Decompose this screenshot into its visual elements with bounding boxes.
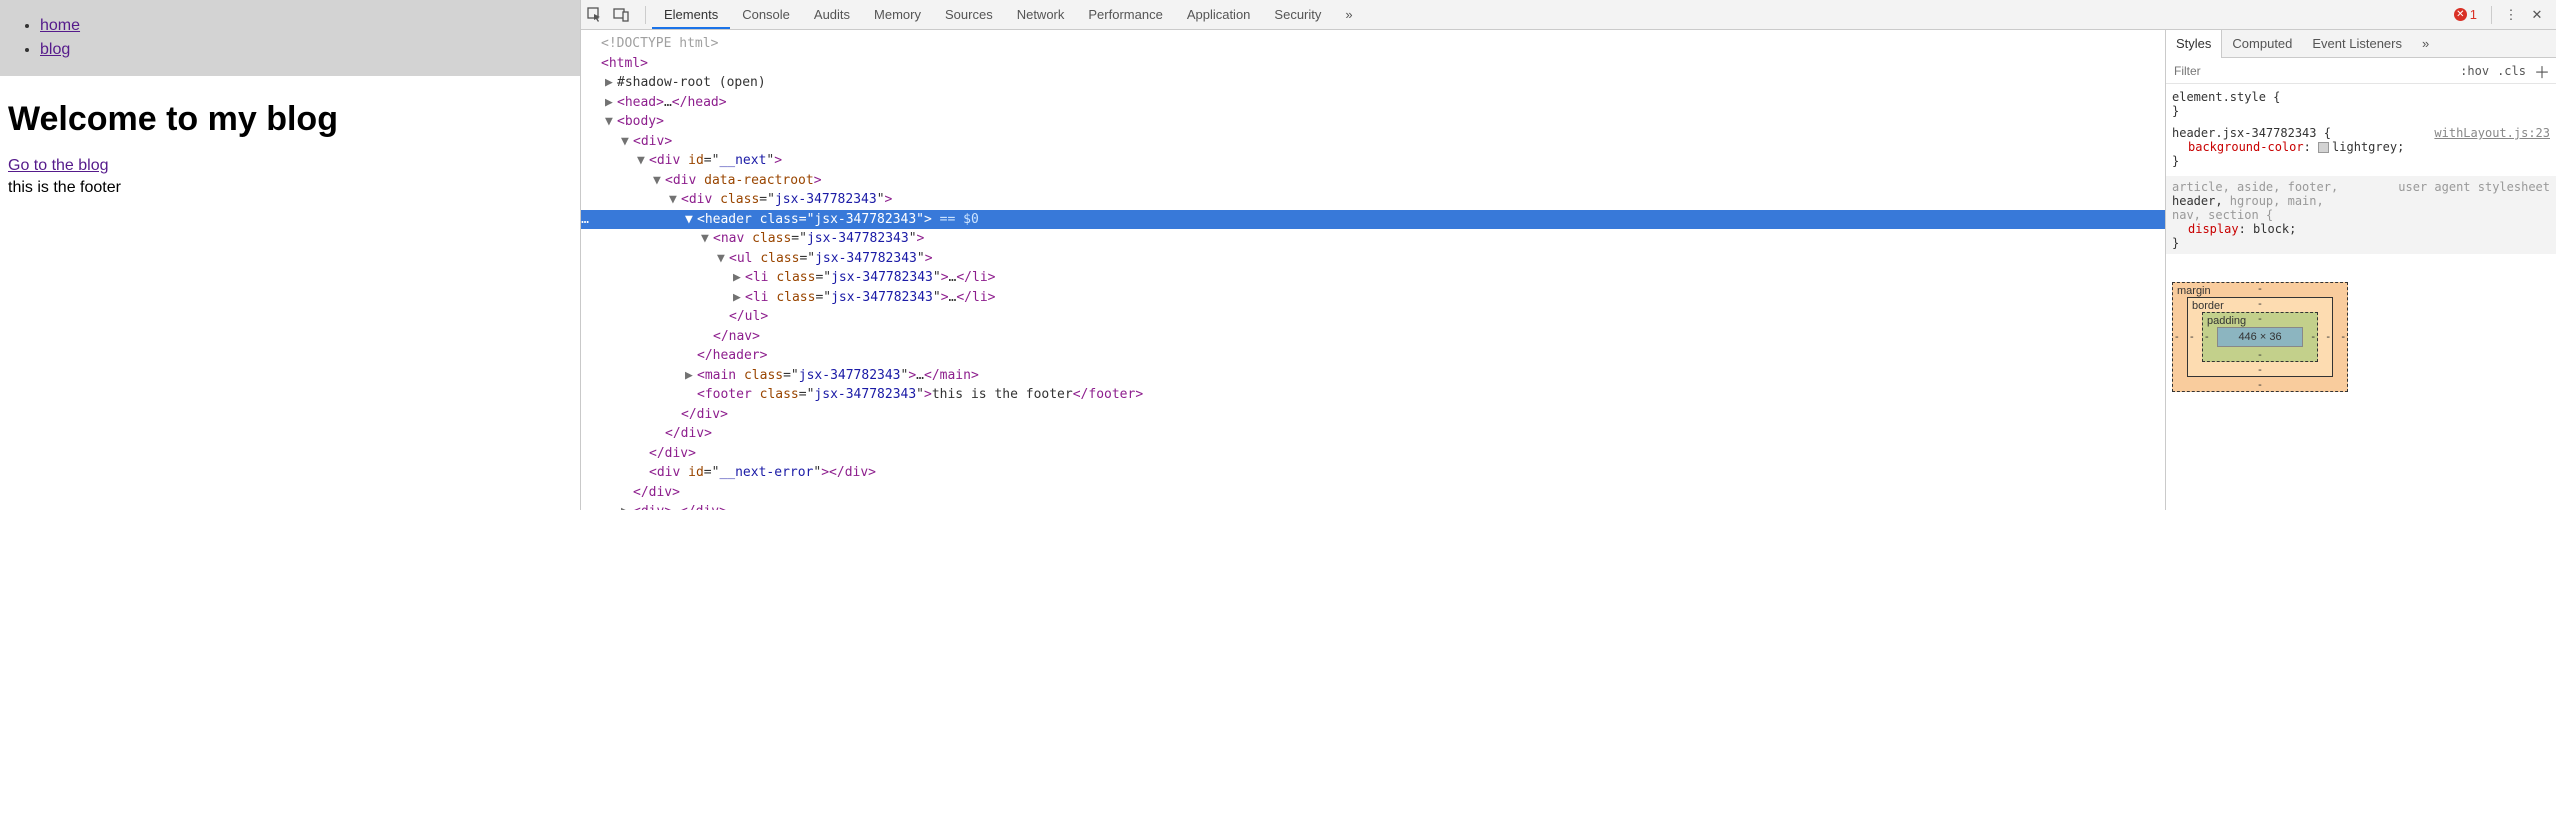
error-count: 1 [2470, 7, 2477, 22]
devtools-tab-performance[interactable]: Performance [1076, 0, 1174, 29]
box-border[interactable]: border - - - - padding - - - - 44 [2187, 297, 2333, 377]
styles-tab-event-listeners[interactable]: Event Listeners [2302, 30, 2412, 58]
box-margin[interactable]: margin - - - - border - - - - padding [2172, 282, 2348, 392]
dom-node[interactable]: ▶<li class="jsx-347782343">…</li> [581, 288, 2165, 308]
prop-val: lightgrey; [2332, 140, 2404, 154]
devtools-tab-memory[interactable]: Memory [862, 0, 933, 29]
element-style-block[interactable]: element.style { } [2172, 90, 2550, 118]
toolbar-divider [645, 6, 646, 24]
dom-node[interactable]: </div> [581, 483, 2165, 503]
cls-toggle[interactable]: .cls [2497, 64, 2526, 78]
border-label: border [2192, 300, 2224, 312]
dom-node[interactable]: ▶<li class="jsx-347782343">…</li> [581, 268, 2165, 288]
padding-label: padding [2207, 315, 2246, 327]
add-rule-icon[interactable]: ＋ [2534, 59, 2550, 83]
error-badge[interactable]: ✕ 1 [2454, 7, 2477, 22]
dom-node[interactable]: ▼<div id="__next"> [581, 151, 2165, 171]
dom-node[interactable]: </div> [581, 424, 2165, 444]
nav-link-blog[interactable]: blog [40, 41, 70, 58]
dom-node[interactable]: ▶<div>…</div> [581, 502, 2165, 510]
devtools-tab-security[interactable]: Security [1262, 0, 1333, 29]
error-circle-icon: ✕ [2454, 8, 2467, 21]
footer-text: this is the footer [8, 179, 580, 197]
rule-source-link[interactable]: withLayout.js:23 [2434, 126, 2550, 140]
dom-node[interactable]: </header> [581, 346, 2165, 366]
ua-selector: article, aside, footer, header, hgroup, … [2172, 180, 2338, 222]
box-model: margin - - - - border - - - - padding [2172, 282, 2550, 392]
dom-node[interactable]: ▶#shadow-root (open) [581, 73, 2165, 93]
devtools-main: <!DOCTYPE html><html>▶#shadow-root (open… [581, 30, 2556, 510]
page-title: Welcome to my blog [8, 100, 580, 139]
devtools-tab-network[interactable]: Network [1005, 0, 1077, 29]
styles-tab-computed[interactable]: Computed [2222, 30, 2302, 58]
go-to-blog-link[interactable]: Go to the blog [8, 157, 109, 174]
style-rules: element.style { } header.jsx-347782343 {… [2166, 84, 2556, 406]
dom-node[interactable]: ▼<header class="jsx-347782343"> == $0 [581, 210, 2165, 230]
ua-prop: display: block; [2172, 222, 2550, 236]
box-padding[interactable]: padding - - - - 446 × 36 [2202, 312, 2318, 362]
ua-prop-val: block; [2253, 222, 2296, 236]
dom-node[interactable]: <html> [581, 54, 2165, 74]
dom-node[interactable]: <footer class="jsx-347782343">this is th… [581, 385, 2165, 405]
devtools: ElementsConsoleAuditsMemorySourcesNetwor… [580, 0, 2556, 510]
dom-node[interactable]: ▶<main class="jsx-347782343">…</main> [581, 366, 2165, 386]
rule-selector: header.jsx-347782343 { [2172, 126, 2331, 140]
devtools-toolbar: ElementsConsoleAuditsMemorySourcesNetwor… [581, 0, 2556, 30]
styles-filter-bar: :hov .cls ＋ [2166, 58, 2556, 84]
styles-tabs: Styles Computed Event Listeners » [2166, 30, 2556, 58]
margin-label: margin [2177, 285, 2211, 297]
dom-node[interactable]: ▼<div class="jsx-347782343"> [581, 190, 2165, 210]
ua-prop-name: display [2188, 222, 2239, 236]
dom-node[interactable]: </div> [581, 444, 2165, 464]
dom-node[interactable]: <div id="__next-error"></div> [581, 463, 2165, 483]
toolbar-divider-2 [2491, 6, 2492, 24]
devtools-tab-application[interactable]: Application [1175, 0, 1263, 29]
hov-toggle[interactable]: :hov [2460, 64, 2489, 78]
devtools-tab-console[interactable]: Console [730, 0, 802, 29]
styles-panel: Styles Computed Event Listeners » :hov .… [2165, 30, 2556, 510]
page-header: home blog [0, 0, 580, 76]
dom-node[interactable]: ▼<nav class="jsx-347782343"> [581, 229, 2165, 249]
dom-node[interactable]: ▶<head>…</head> [581, 93, 2165, 113]
color-swatch-icon[interactable] [2318, 142, 2329, 153]
inspect-icon[interactable] [587, 7, 613, 23]
dom-node[interactable]: </div> [581, 405, 2165, 425]
close-icon[interactable]: ✕ [2524, 7, 2550, 23]
devtools-tab-sources[interactable]: Sources [933, 0, 1005, 29]
devtools-tab-elements[interactable]: Elements [652, 0, 730, 29]
ua-label: user agent stylesheet [2398, 180, 2550, 222]
styles-tab-more-icon[interactable]: » [2412, 30, 2439, 58]
dom-node[interactable]: ▼<ul class="jsx-347782343"> [581, 249, 2165, 269]
rendered-page: home blog Welcome to my blog Go to the b… [0, 0, 580, 510]
prop-name: background-color [2188, 140, 2304, 154]
more-tabs-icon[interactable]: » [1333, 0, 1364, 30]
kebab-menu-icon[interactable]: ⋮ [2498, 7, 2524, 23]
rule-block-header[interactable]: header.jsx-347782343 { withLayout.js:23 … [2172, 126, 2550, 168]
styles-filter-input[interactable] [2172, 63, 2456, 79]
devtools-tab-audits[interactable]: Audits [802, 0, 862, 29]
user-agent-block: article, aside, footer, header, hgroup, … [2166, 176, 2556, 254]
nav-list: home blog [0, 14, 580, 62]
devtools-tabs: ElementsConsoleAuditsMemorySourcesNetwor… [652, 0, 1333, 29]
rule-prop[interactable]: background-color: lightgrey; [2172, 140, 2550, 154]
dom-node[interactable]: ▼<div> [581, 132, 2165, 152]
dom-node[interactable]: </ul> [581, 307, 2165, 327]
device-toggle-icon[interactable] [613, 7, 639, 23]
dom-node[interactable]: ▼<div data-reactroot> [581, 171, 2165, 191]
elements-tree[interactable]: <!DOCTYPE html><html>▶#shadow-root (open… [581, 30, 2165, 510]
nav-item-blog: blog [40, 38, 580, 62]
dom-node[interactable]: <!DOCTYPE html> [581, 34, 2165, 54]
element-style-selector: element.style { [2172, 90, 2550, 104]
dom-node[interactable]: ▼<body> [581, 112, 2165, 132]
box-content[interactable]: 446 × 36 [2217, 327, 2303, 347]
dom-node[interactable]: </nav> [581, 327, 2165, 347]
styles-tab-styles[interactable]: Styles [2166, 30, 2222, 58]
nav-link-home[interactable]: home [40, 17, 80, 34]
nav-item-home: home [40, 14, 580, 38]
